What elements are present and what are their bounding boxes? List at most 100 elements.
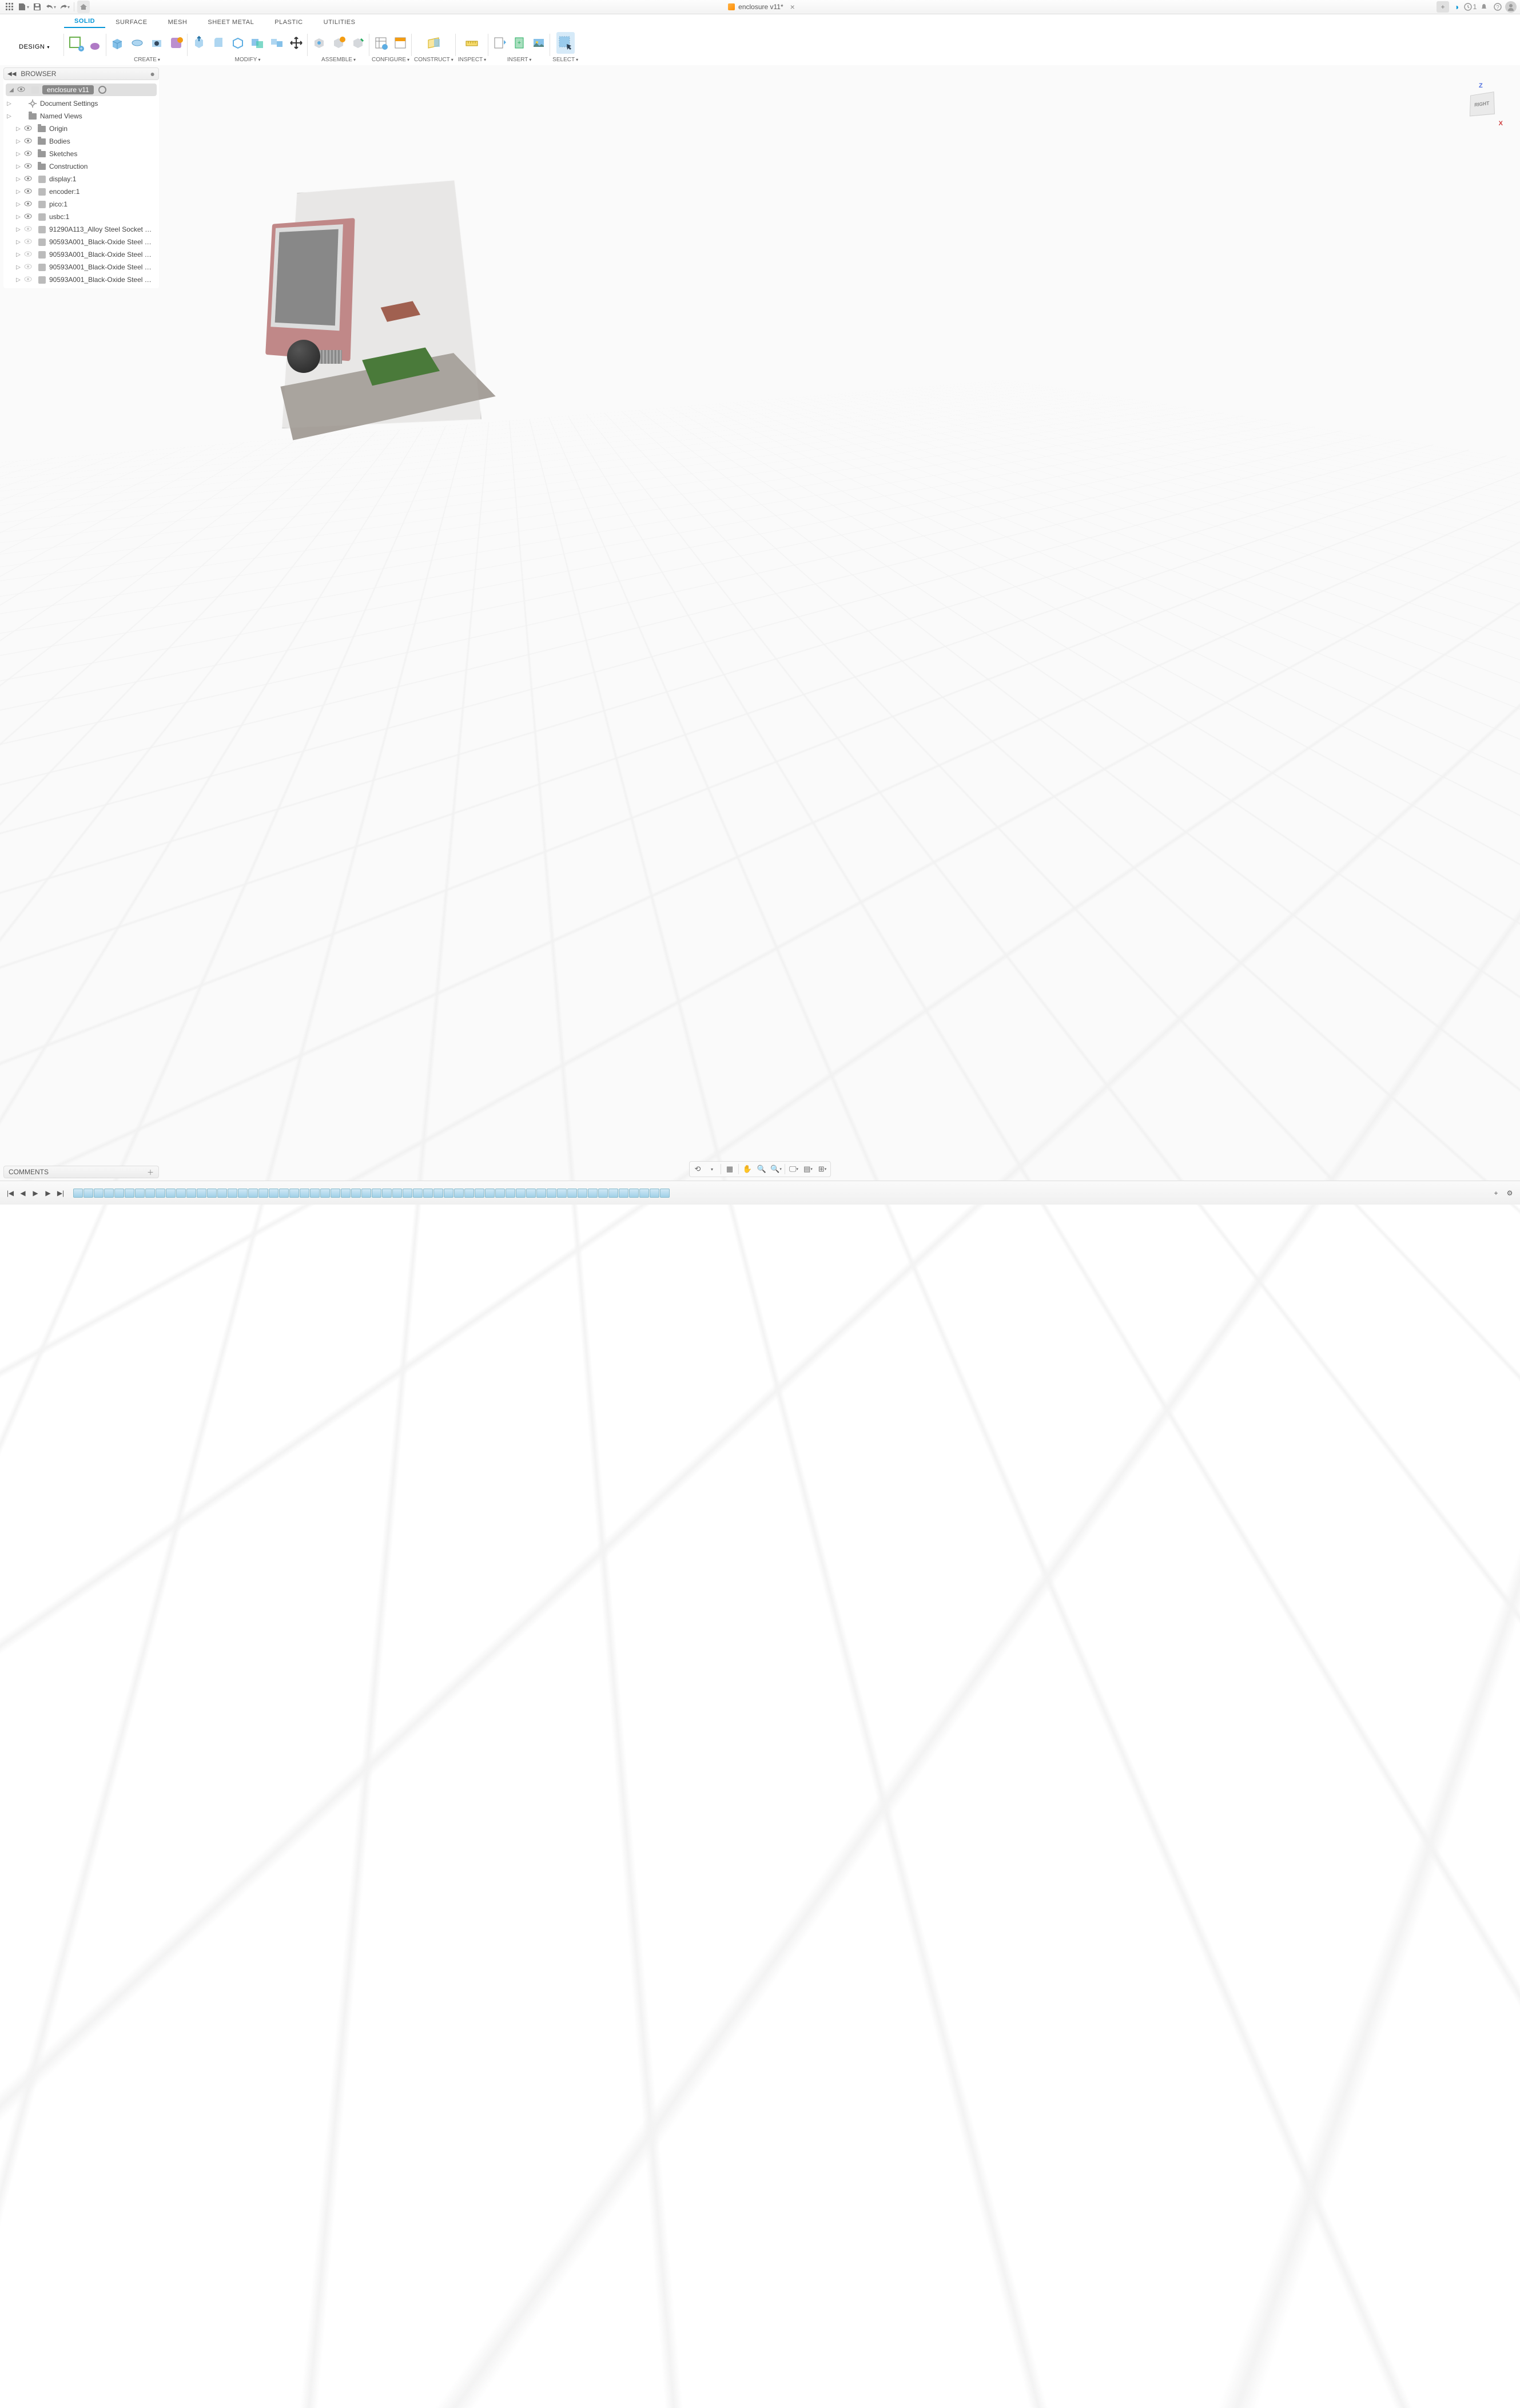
timeline-feature[interactable] — [310, 1189, 320, 1198]
save-icon[interactable] — [31, 1, 43, 13]
tree-item[interactable]: ▷Named Views — [3, 110, 159, 122]
timeline-feature[interactable] — [279, 1189, 289, 1198]
visibility-toggle[interactable] — [24, 125, 34, 133]
inspect-group-label[interactable]: INSPECT▾ — [458, 55, 486, 63]
emboss-icon[interactable] — [167, 32, 185, 54]
user-avatar[interactable] — [1505, 1, 1517, 13]
tree-item[interactable]: ▷90593A001_Black-Oxide Steel … — [3, 261, 159, 273]
ribbon-tab-solid[interactable]: SOLID — [64, 15, 105, 28]
timeline-feature[interactable] — [341, 1189, 351, 1198]
theme-table-icon[interactable] — [391, 32, 409, 54]
select-icon[interactable] — [556, 32, 575, 54]
plane-icon[interactable] — [424, 32, 443, 54]
tree-item[interactable]: ▷usbc:1 — [3, 210, 159, 223]
visibility-toggle[interactable] — [24, 213, 34, 221]
browser-header[interactable]: ◀◀ BROWSER ● — [3, 67, 159, 80]
timeline-feature[interactable] — [331, 1189, 340, 1198]
home-icon[interactable] — [77, 1, 90, 13]
tree-item[interactable]: ▷encoder:1 — [3, 185, 159, 198]
timeline-end-button[interactable]: ▶| — [55, 1187, 66, 1199]
config-table-icon[interactable] — [372, 32, 390, 54]
close-tab-icon[interactable]: × — [787, 2, 798, 11]
timeline-feature[interactable] — [228, 1189, 237, 1198]
timeline-play-button[interactable]: ▶ — [30, 1187, 41, 1199]
ribbon-tab-plastic[interactable]: PLASTIC — [264, 17, 313, 28]
timeline-expand-button[interactable]: + — [1490, 1187, 1502, 1199]
orbit-menu-icon[interactable]: ▾ — [705, 1163, 719, 1175]
viewport[interactable]: Z RIGHT X — [0, 65, 1520, 1181]
timeline-feature[interactable] — [73, 1189, 83, 1198]
tree-root[interactable]: ◢ enclosure v11 — [6, 84, 157, 96]
timeline-feature[interactable] — [660, 1189, 670, 1198]
measure-icon[interactable] — [463, 32, 481, 54]
timeline-feature[interactable] — [238, 1189, 248, 1198]
activate-radio[interactable] — [98, 86, 106, 94]
timeline-feature[interactable] — [433, 1189, 443, 1198]
insert-derive-icon[interactable] — [491, 32, 509, 54]
timeline-feature[interactable] — [557, 1189, 567, 1198]
timeline-feature[interactable] — [526, 1189, 536, 1198]
orbit-icon[interactable]: ⟲ — [691, 1163, 705, 1175]
visibility-toggle[interactable] — [24, 162, 34, 170]
pan-icon[interactable]: ✋ — [741, 1163, 754, 1175]
timeline-feature[interactable] — [619, 1189, 628, 1198]
new-tab-button[interactable]: + — [1437, 1, 1449, 13]
view-cube[interactable]: Z RIGHT X — [1463, 82, 1503, 122]
visibility-toggle[interactable] — [24, 175, 34, 183]
visibility-toggle[interactable] — [24, 200, 34, 208]
notifications-icon[interactable] — [1478, 1, 1490, 13]
tree-item[interactable]: ▷display:1 — [3, 173, 159, 185]
create-group-label[interactable]: CREATE▾ — [134, 55, 160, 63]
timeline-feature[interactable] — [629, 1189, 639, 1198]
viewport-layout-icon[interactable]: ⊞▾ — [815, 1163, 829, 1175]
extensions-icon[interactable]: ◑ — [1450, 1, 1463, 13]
timeline-feature[interactable] — [423, 1189, 433, 1198]
revolve-icon[interactable] — [128, 32, 146, 54]
timeline-feature[interactable] — [464, 1189, 474, 1198]
timeline-feature[interactable] — [650, 1189, 659, 1198]
timeline-feature[interactable] — [485, 1189, 495, 1198]
timeline-back-button[interactable]: ◀ — [17, 1187, 29, 1199]
joint-icon[interactable] — [329, 32, 348, 54]
timeline-feature[interactable] — [104, 1189, 114, 1198]
construct-group-label[interactable]: CONSTRUCT▾ — [414, 55, 453, 63]
file-menu-icon[interactable]: ▾ — [17, 1, 30, 13]
timeline-feature[interactable] — [94, 1189, 104, 1198]
insert-decal-icon[interactable] — [530, 32, 548, 54]
tree-item[interactable]: ▷90593A001_Black-Oxide Steel … — [3, 273, 159, 286]
timeline-feature[interactable] — [217, 1189, 227, 1198]
timeline-feature[interactable] — [145, 1189, 155, 1198]
tree-item[interactable]: ▷Bodies — [3, 135, 159, 148]
timeline-feature[interactable] — [135, 1189, 145, 1198]
insert-group-label[interactable]: INSERT▾ — [507, 55, 532, 63]
comments-panel[interactable]: COMMENTS ＋ — [3, 1166, 159, 1178]
display-settings-icon[interactable]: 🖵▾ — [787, 1163, 801, 1175]
visibility-toggle[interactable] — [24, 276, 34, 284]
timeline-start-button[interactable]: |◀ — [5, 1187, 16, 1199]
timeline-feature[interactable] — [516, 1189, 526, 1198]
grid-settings-icon[interactable]: ▤▾ — [801, 1163, 815, 1175]
configure-group-label[interactable]: CONFIGURE▾ — [372, 55, 409, 63]
ribbon-tab-sheet-metal[interactable]: SHEET METAL — [197, 17, 264, 28]
visibility-toggle[interactable] — [24, 251, 34, 259]
timeline-feature[interactable] — [444, 1189, 453, 1198]
timeline-feature[interactable] — [125, 1189, 134, 1198]
tree-item[interactable]: ▷91290A113_Alloy Steel Socket … — [3, 223, 159, 236]
tree-item[interactable]: ▷Document Settings — [3, 97, 159, 110]
tree-item[interactable]: ▷pico:1 — [3, 198, 159, 210]
ribbon-tab-mesh[interactable]: MESH — [158, 17, 198, 28]
component-icon[interactable] — [310, 32, 328, 54]
timeline-feature[interactable] — [454, 1189, 464, 1198]
timeline-feature[interactable] — [248, 1189, 258, 1198]
ribbon-tab-utilities[interactable]: UTILITIES — [313, 17, 366, 28]
collapse-icon[interactable]: ● — [150, 69, 155, 78]
look-at-icon[interactable]: ▦ — [723, 1163, 737, 1175]
model-3d[interactable] — [252, 168, 492, 454]
visibility-toggle[interactable] — [24, 238, 34, 246]
view-cube-face[interactable]: RIGHT — [1470, 92, 1495, 116]
tree-item[interactable]: ▷Origin — [3, 122, 159, 135]
visibility-toggle[interactable] — [24, 137, 34, 145]
timeline-feature[interactable] — [258, 1189, 268, 1198]
timeline-feature[interactable] — [567, 1189, 577, 1198]
timeline-feature[interactable] — [289, 1189, 299, 1198]
